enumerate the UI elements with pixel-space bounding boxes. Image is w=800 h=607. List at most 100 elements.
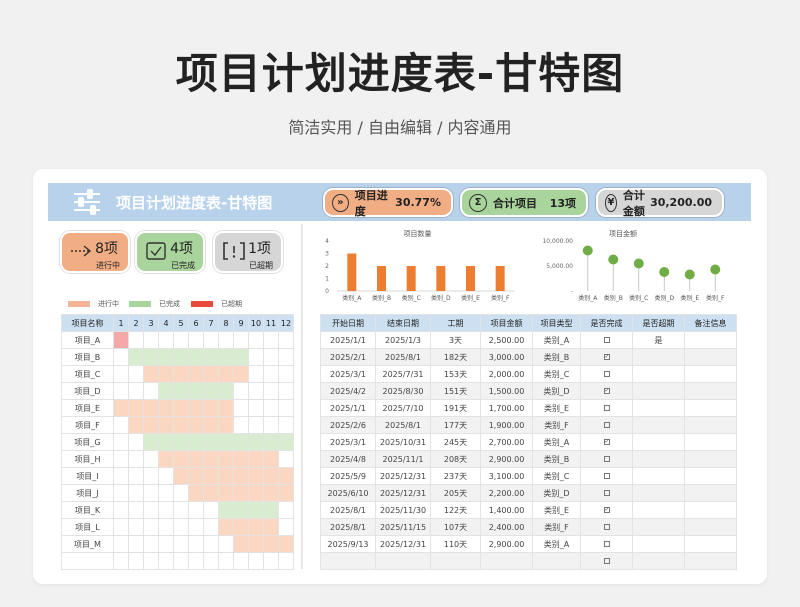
table-header: 备注信息	[684, 314, 737, 332]
kpi-total-amount-label: 合计金额	[622, 188, 645, 218]
gantt-row: 项目_F	[61, 416, 294, 434]
completed-checkbox[interactable]	[603, 422, 610, 428]
gantt-cell	[263, 552, 279, 570]
legend-label: 已超期	[221, 300, 242, 308]
table-row: 2025/5/9 2025/12/31 237天 3,100.00 类别_C	[320, 467, 737, 485]
completed-checkbox[interactable]	[603, 473, 610, 479]
gantt-cell-completed	[188, 348, 204, 366]
completed-checkbox[interactable]	[603, 558, 610, 564]
gantt-cell	[233, 416, 249, 434]
kpi-progress-label: 项目进度	[354, 188, 388, 218]
kpi-total-projects-label: 合计项目	[493, 196, 537, 210]
completed-checkbox[interactable]: ✓	[603, 507, 610, 513]
table-cell	[375, 552, 431, 570]
table-cell: 2025/11/30	[375, 501, 431, 519]
gantt-cell-in-progress	[173, 416, 189, 434]
gantt-cell	[128, 365, 144, 383]
completed-cell: ✓	[580, 382, 633, 400]
table-cell	[684, 331, 737, 349]
table-cell	[632, 416, 685, 434]
completed-checkbox[interactable]	[603, 524, 610, 530]
gantt-cell	[188, 518, 204, 536]
gantt-cell-in-progress	[173, 399, 189, 417]
completed-checkbox[interactable]	[603, 541, 610, 547]
gantt-cell-completed	[263, 433, 279, 451]
completed-cell: ✓	[580, 433, 633, 451]
completed-cell	[580, 518, 633, 536]
table-cell	[684, 365, 737, 383]
gantt-cell-in-progress	[263, 484, 279, 502]
table-cell	[632, 433, 685, 451]
gantt-cell-in-progress	[128, 399, 144, 417]
gantt-cell	[158, 535, 174, 553]
badge-overdue-label: 已超期	[249, 261, 273, 270]
table-cell: 2025/2/1	[320, 348, 376, 366]
gantt-cell-completed	[143, 433, 159, 451]
table-cell: 2025/4/8	[320, 450, 376, 468]
x-tick-label: 类别_B	[604, 294, 623, 302]
table-cell	[320, 552, 376, 570]
table-row: 2025/4/2 2025/8/30 151天 1,500.00 类别_D ✓	[320, 382, 737, 400]
gantt-cell	[128, 450, 144, 468]
table-cell: 2025/7/10	[375, 399, 431, 417]
gantt-cell	[188, 535, 204, 553]
table-cell: 2025/2/6	[320, 416, 376, 434]
gantt-cell	[143, 552, 159, 570]
table-cell: 2025/1/1	[320, 331, 376, 349]
gantt-header-month: 8	[218, 314, 234, 332]
gantt-cell	[173, 501, 189, 519]
completed-cell	[580, 552, 633, 570]
completed-checkbox[interactable]: ✓	[603, 388, 610, 394]
gantt-cell-in-progress	[263, 535, 279, 553]
gantt-row: 项目_K	[61, 501, 294, 519]
completed-checkbox[interactable]: ✓	[603, 439, 610, 445]
gantt-cell	[278, 331, 294, 349]
gantt-header-month: 11	[263, 314, 279, 332]
gantt-cell	[263, 399, 279, 417]
gantt-cell-in-progress	[233, 518, 249, 536]
completed-checkbox[interactable]	[603, 337, 610, 343]
completed-checkbox[interactable]	[603, 490, 610, 496]
gantt-cell	[263, 348, 279, 366]
gantt-cell-in-progress	[188, 399, 204, 417]
gantt-cell	[278, 501, 294, 519]
gantt-row-name: 项目_D	[61, 382, 114, 400]
gantt-cell-in-progress	[248, 535, 264, 553]
gantt-cell-in-progress	[278, 535, 294, 553]
lollipop-point	[582, 245, 593, 256]
panel-divider	[301, 224, 303, 569]
dashboard-title: 项目计划进度表-甘特图	[116, 194, 273, 212]
dashboard-header: 项目计划进度表-甘特图 » 项目进度 30.77% Σ 合计项目 13项 ¥ 合…	[48, 183, 751, 221]
gantt-cell	[113, 552, 129, 570]
gantt-cell-in-progress	[248, 450, 264, 468]
completed-checkbox[interactable]	[603, 371, 610, 377]
gantt-header-month: 1	[113, 314, 129, 332]
gantt-cell	[278, 416, 294, 434]
completed-cell	[580, 535, 633, 553]
gantt-cell-completed	[128, 348, 144, 366]
x-tick-label: 类别_D	[654, 294, 674, 302]
completed-checkbox[interactable]: ✓	[603, 354, 610, 360]
gantt-cell-in-progress	[248, 467, 264, 485]
gantt-cell	[203, 331, 219, 349]
completed-checkbox[interactable]	[603, 405, 610, 411]
gantt-cell-in-progress	[173, 365, 189, 383]
gantt-cell	[248, 331, 264, 349]
table-cell: 182天	[430, 348, 481, 366]
gantt-row-name: 项目_M	[61, 535, 114, 553]
completed-cell	[580, 450, 633, 468]
gantt-cell-in-progress	[203, 467, 219, 485]
gantt-row: 项目_E	[61, 399, 294, 417]
gantt-row: 项目_D	[61, 382, 294, 400]
gantt-cell	[143, 518, 159, 536]
table-cell: 类别_C	[532, 365, 581, 383]
table-cell: 2025/12/31	[375, 467, 431, 485]
lollipop-point	[710, 264, 721, 275]
completed-checkbox[interactable]	[603, 456, 610, 462]
table-cell	[632, 535, 685, 553]
table-cell	[532, 552, 581, 570]
gantt-cell	[278, 365, 294, 383]
table-cell: 2,900.00	[480, 450, 533, 468]
lollipop-point	[659, 267, 670, 277]
gantt-cell-completed	[218, 433, 234, 451]
